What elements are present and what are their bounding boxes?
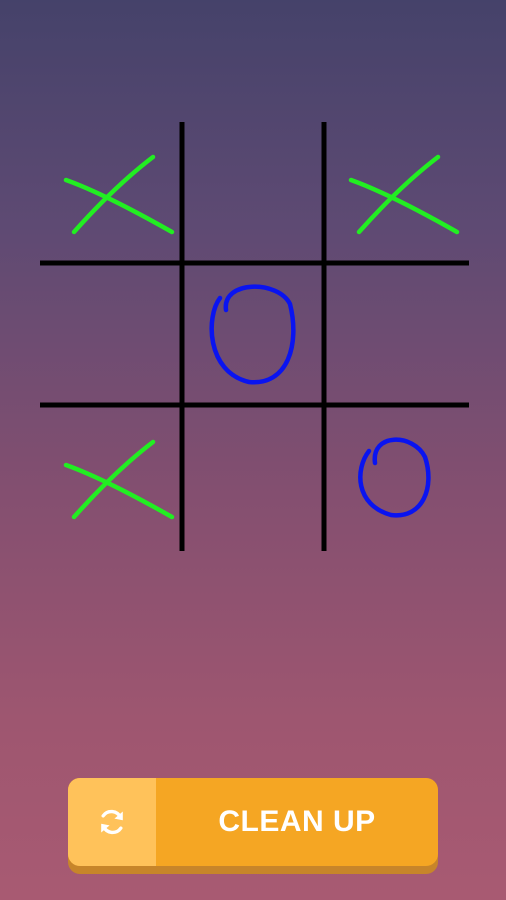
clean-up-icon-box [68,778,156,866]
board-cell-6[interactable] [324,265,464,405]
clean-up-button[interactable]: CLEAN UP [68,778,438,874]
clean-up-button-face: CLEAN UP [68,778,438,866]
board-cell-9[interactable] [324,407,464,547]
board-cell-7[interactable] [40,407,180,547]
refresh-icon [101,809,123,835]
board-cell-8[interactable] [182,407,322,547]
board-cell-2[interactable] [182,122,322,262]
board-cell-1[interactable] [40,122,180,262]
board-cell-5[interactable] [182,265,322,405]
board-cell-4[interactable] [40,265,180,405]
tic-tac-toe-board [0,0,506,600]
clean-up-label: CLEAN UP [218,805,376,838]
game-screen: CLEAN UP [0,0,506,900]
board-cell-3[interactable] [324,122,464,262]
